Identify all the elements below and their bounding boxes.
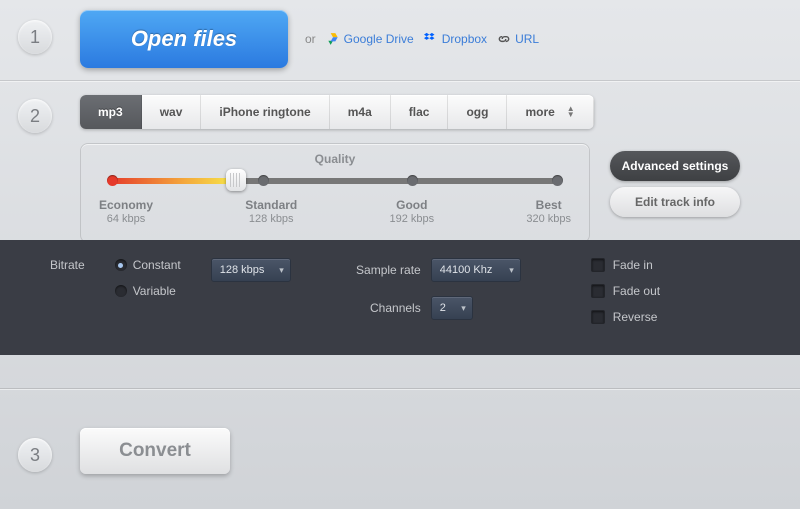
tab-more[interactable]: more ▲▼ xyxy=(507,95,593,129)
checkbox-icon xyxy=(591,258,605,272)
dropbox-icon xyxy=(424,32,438,46)
radio-icon xyxy=(115,285,127,297)
slider-stop-best[interactable] xyxy=(552,175,563,186)
checkbox-icon xyxy=(591,284,605,298)
google-drive-icon xyxy=(326,32,340,46)
convert-button[interactable]: Convert xyxy=(80,428,230,474)
divider xyxy=(0,388,800,389)
tab-ogg[interactable]: ogg xyxy=(448,95,507,129)
quality-title: Quality xyxy=(81,152,589,166)
reverse-checkbox[interactable]: Reverse xyxy=(591,310,660,324)
sample-rate-select[interactable]: 44100 Khz xyxy=(431,258,521,282)
checkbox-icon xyxy=(591,310,605,324)
step-2-section: 2 mp3 wav iPhone ringtone m4a flac ogg m… xyxy=(0,81,800,241)
url-link[interactable]: URL xyxy=(497,32,539,46)
quality-label-economy: Economy64 kbps xyxy=(99,198,153,226)
channels-label: Channels xyxy=(341,301,421,315)
dropbox-link[interactable]: Dropbox xyxy=(424,32,487,46)
bitrate-label: Bitrate xyxy=(50,258,85,272)
advanced-settings-button[interactable]: Advanced settings xyxy=(610,151,740,181)
slider-handle[interactable] xyxy=(226,169,246,191)
step-1-section: 1 Open files or Google Drive Dropbox URL xyxy=(0,0,800,80)
step-1-badge: 1 xyxy=(18,20,52,54)
tab-iphone-ringtone[interactable]: iPhone ringtone xyxy=(201,95,329,129)
updown-icon: ▲▼ xyxy=(567,106,575,118)
quality-labels: Economy64 kbps Standard128 kbps Good192 … xyxy=(99,198,571,226)
quality-label-good: Good192 kbps xyxy=(389,198,434,226)
quality-label-best: Best320 kbps xyxy=(526,198,571,226)
step-3-section: 3 Convert xyxy=(0,410,800,450)
slider-stop-standard[interactable] xyxy=(258,175,269,186)
bitrate-select[interactable]: 128 kbps xyxy=(211,258,291,282)
tab-wav[interactable]: wav xyxy=(142,95,202,129)
edit-track-info-button[interactable]: Edit track info xyxy=(610,187,740,217)
quality-label-standard: Standard128 kbps xyxy=(245,198,297,226)
sample-rate-label: Sample rate xyxy=(341,263,421,277)
bitrate-constant-radio[interactable]: Constant xyxy=(115,258,181,272)
format-tabs: mp3 wav iPhone ringtone m4a flac ogg mor… xyxy=(80,95,594,129)
fade-in-checkbox[interactable]: Fade in xyxy=(591,258,660,272)
bitrate-variable-radio[interactable]: Variable xyxy=(115,284,181,298)
step-3-badge: 3 xyxy=(18,438,52,472)
tab-flac[interactable]: flac xyxy=(391,95,449,129)
alt-sources-row: or Google Drive Dropbox URL xyxy=(305,32,539,46)
slider-fill xyxy=(109,178,236,184)
tab-mp3[interactable]: mp3 xyxy=(80,95,142,129)
link-icon xyxy=(497,32,511,46)
open-files-button[interactable]: Open files xyxy=(80,10,288,68)
channels-select[interactable]: 2 xyxy=(431,296,473,320)
quality-slider[interactable] xyxy=(109,178,561,184)
google-drive-link[interactable]: Google Drive xyxy=(326,32,414,46)
fade-out-checkbox[interactable]: Fade out xyxy=(591,284,660,298)
slider-stop-good[interactable] xyxy=(407,175,418,186)
slider-stop-economy[interactable] xyxy=(107,175,118,186)
step-2-badge: 2 xyxy=(18,99,52,133)
or-text: or xyxy=(305,32,316,46)
tab-m4a[interactable]: m4a xyxy=(330,95,391,129)
radio-icon xyxy=(115,259,127,271)
advanced-settings-panel: Bitrate Constant Variable 128 kbps Sampl… xyxy=(0,240,800,355)
quality-panel: Quality Economy64 kbps Standard128 kbps … xyxy=(80,143,590,243)
